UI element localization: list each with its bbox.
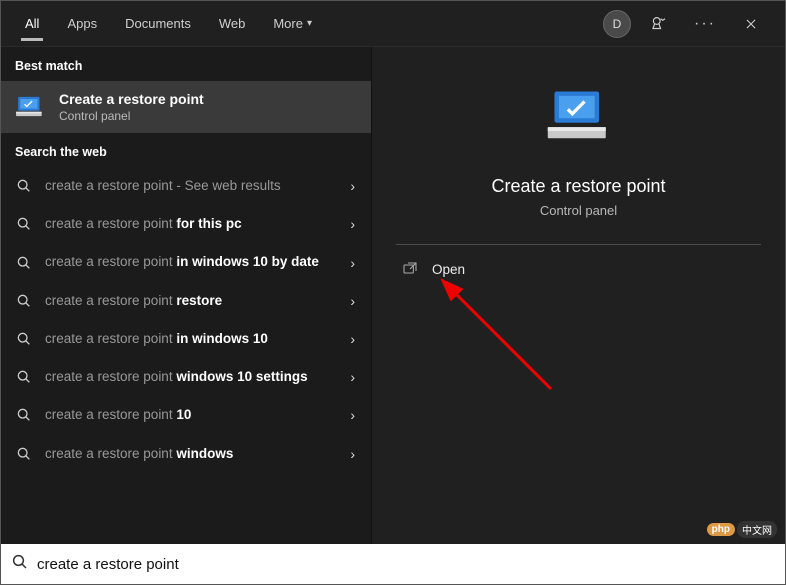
search-icon	[15, 178, 33, 194]
best-match-text: Create a restore point Control panel	[59, 91, 204, 123]
search-window: All Apps Documents Web More ▾ D ··· Best…	[0, 0, 786, 585]
web-result-label: create a restore point in windows 10 by …	[45, 253, 334, 271]
chevron-down-icon: ▾	[307, 18, 312, 29]
web-result-label: create a restore point - See web results	[45, 177, 334, 195]
search-icon	[15, 216, 33, 232]
tab-all[interactable]: All	[11, 1, 53, 47]
search-icon	[15, 446, 33, 462]
more-icon[interactable]: ···	[687, 6, 723, 42]
chevron-right-icon[interactable]: ›	[346, 369, 359, 385]
search-web-label: Search the web	[1, 133, 371, 167]
web-result-item[interactable]: create a restore point in windows 10 by …	[1, 243, 371, 281]
tab-web[interactable]: Web	[205, 1, 260, 47]
web-result-item[interactable]: create a restore point - See web results…	[1, 167, 371, 205]
best-match-title: Create a restore point	[59, 91, 204, 107]
tab-documents[interactable]: Documents	[111, 1, 205, 47]
chevron-right-icon[interactable]: ›	[346, 446, 359, 462]
chevron-right-icon[interactable]: ›	[346, 255, 359, 271]
watermark-right: 中文网	[737, 521, 777, 538]
best-match-item[interactable]: Create a restore point Control panel	[1, 81, 371, 133]
tab-more[interactable]: More ▾	[259, 1, 326, 47]
preview-header: Create a restore point Control panel	[396, 87, 761, 218]
close-icon[interactable]	[733, 6, 769, 42]
preview-title: Create a restore point	[491, 176, 665, 197]
web-results-list: create a restore point - See web results…	[1, 167, 371, 473]
open-icon	[402, 261, 420, 277]
web-result-label: create a restore point for this pc	[45, 215, 334, 233]
rewards-icon[interactable]	[641, 6, 677, 42]
search-input[interactable]	[37, 556, 775, 573]
chevron-right-icon[interactable]: ›	[346, 293, 359, 309]
search-icon	[11, 553, 29, 576]
search-icon	[15, 369, 33, 385]
results-panel: Best match Create a restore point Contro…	[1, 47, 371, 544]
web-result-item[interactable]: create a restore point in windows 10 ›	[1, 320, 371, 358]
restore-point-icon	[15, 93, 47, 121]
web-result-label: create a restore point restore	[45, 292, 334, 310]
web-result-item[interactable]: create a restore point windows 10 settin…	[1, 358, 371, 396]
header-tabs: All Apps Documents Web More ▾ D ···	[1, 1, 785, 47]
user-avatar[interactable]: D	[603, 10, 631, 38]
main-area: Best match Create a restore point Contro…	[1, 47, 785, 544]
web-result-item[interactable]: create a restore point restore ›	[1, 282, 371, 320]
preview-subtitle: Control panel	[540, 203, 617, 218]
best-match-label: Best match	[1, 47, 371, 81]
web-result-item[interactable]: create a restore point for this pc ›	[1, 205, 371, 243]
chevron-right-icon[interactable]: ›	[346, 331, 359, 347]
tab-more-label: More	[273, 16, 303, 31]
restore-point-large-icon	[545, 87, 613, 150]
search-icon	[15, 331, 33, 347]
web-result-label: create a restore point in windows 10	[45, 330, 334, 348]
web-result-label: create a restore point windows	[45, 445, 334, 463]
chevron-right-icon[interactable]: ›	[346, 178, 359, 194]
header-right: D ···	[603, 6, 775, 42]
web-result-label: create a restore point windows 10 settin…	[45, 368, 334, 386]
search-icon	[15, 407, 33, 423]
search-icon	[15, 255, 33, 271]
best-match-subtitle: Control panel	[59, 109, 204, 123]
chevron-right-icon[interactable]: ›	[346, 407, 359, 423]
chevron-right-icon[interactable]: ›	[346, 216, 359, 232]
search-bar	[1, 544, 785, 584]
preview-panel: Create a restore point Control panel Ope…	[371, 47, 785, 544]
open-label: Open	[432, 262, 465, 277]
open-action[interactable]: Open	[396, 245, 761, 293]
web-result-item[interactable]: create a restore point windows ›	[1, 435, 371, 473]
web-result-item[interactable]: create a restore point 10 ›	[1, 396, 371, 434]
watermark: php 中文网	[707, 521, 777, 538]
watermark-left: php	[707, 523, 735, 536]
web-result-label: create a restore point 10	[45, 406, 334, 424]
tab-apps[interactable]: Apps	[53, 1, 111, 47]
search-icon	[15, 293, 33, 309]
